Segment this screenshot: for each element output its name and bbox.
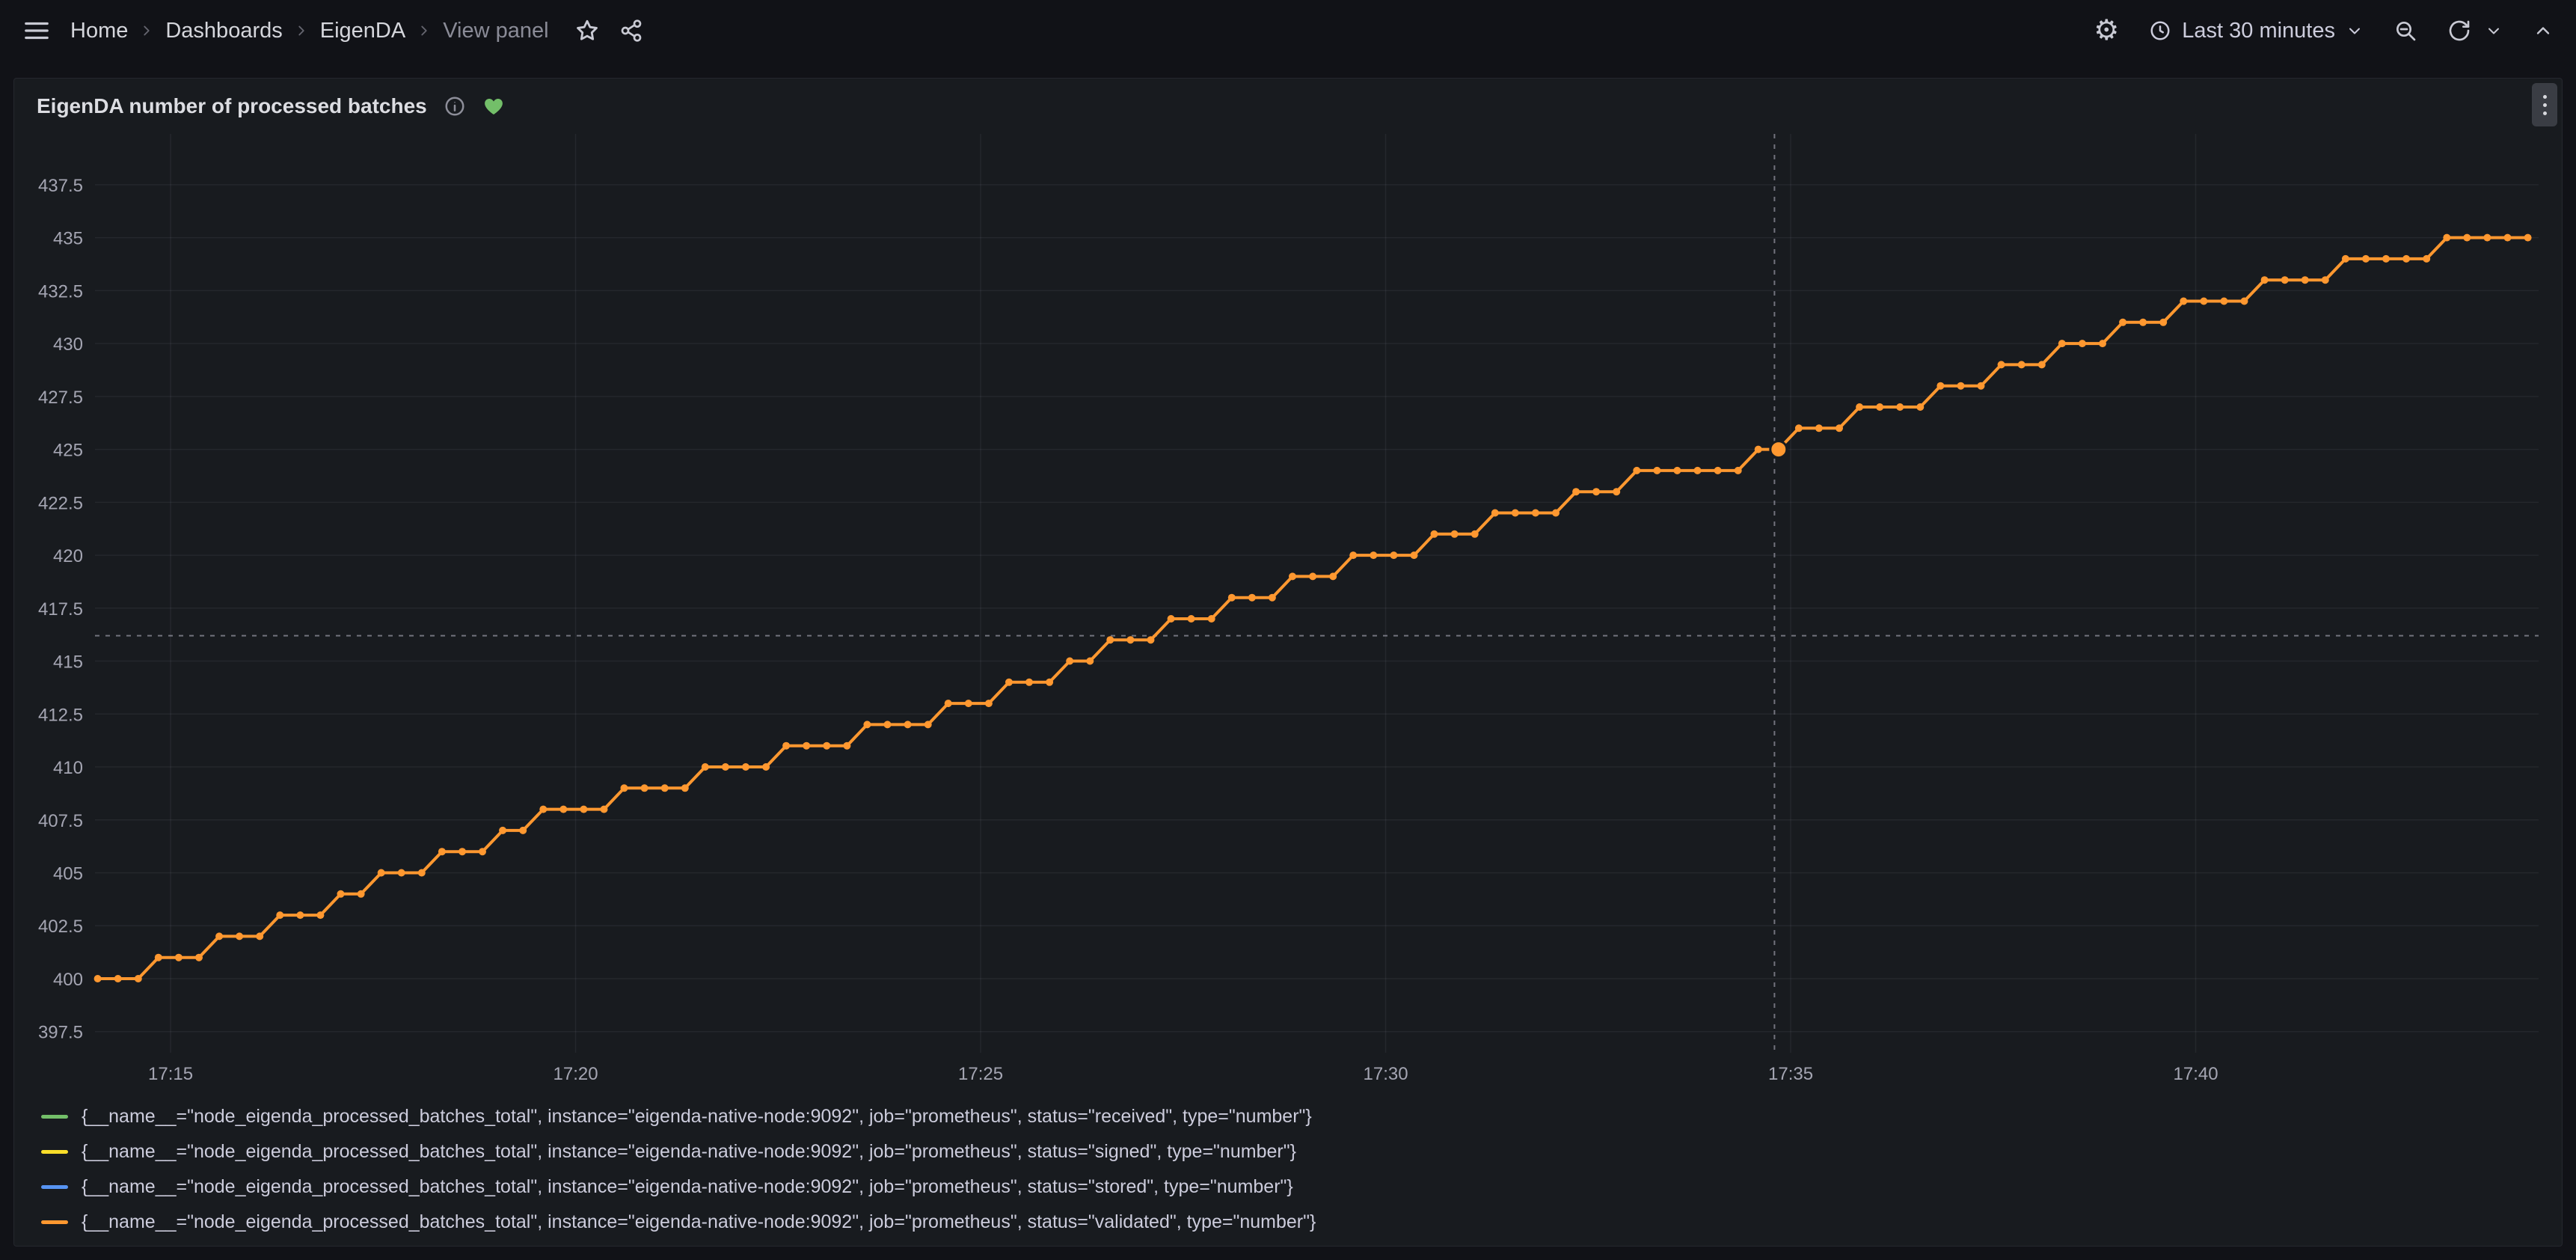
legend-item[interactable]: {__name__="node_eigenda_processed_batche… [41, 1205, 2550, 1240]
breadcrumb-item-eigenda[interactable]: EigenDA [320, 19, 405, 43]
legend-item[interactable]: {__name__="node_eigenda_processed_batche… [41, 1134, 2550, 1169]
legend-label: {__name__="node_eigenda_processed_batche… [82, 1106, 1312, 1128]
legend-item[interactable]: {__name__="node_eigenda_processed_batche… [41, 1099, 2550, 1134]
legend-marker [41, 1150, 68, 1154]
svg-text:432.5: 432.5 [38, 281, 83, 302]
chevron-right-icon [293, 22, 310, 39]
gear-icon[interactable]: ⚙ [2094, 16, 2119, 45]
timeseries-chart-svg[interactable]: 397.5 400 402.5 405 407.5 410 412.5 415 417.5 420… [14, 134, 2562, 1090]
legend-marker [41, 1185, 68, 1189]
refresh-controls [2447, 19, 2503, 43]
svg-text:407.5: 407.5 [38, 811, 83, 831]
chevron-up-icon[interactable] [2533, 20, 2554, 41]
panel-eigenda-processed-batches: EigenDA number of processed batches 397.… [13, 78, 2563, 1247]
menu-icon[interactable] [22, 16, 51, 45]
breadcrumb: Home Dashboards EigenDA View panel [70, 19, 549, 43]
svg-text:17:35: 17:35 [1768, 1064, 1813, 1084]
top-nav: Home Dashboards EigenDA View panel ⚙ Las… [0, 0, 2576, 61]
panel-header: EigenDA number of processed batches [14, 79, 2562, 134]
svg-text:420: 420 [53, 546, 83, 566]
legend-item[interactable]: {__name__="node_eigenda_processed_batche… [41, 1169, 2550, 1205]
svg-text:425: 425 [53, 441, 83, 461]
legend-label: {__name__="node_eigenda_processed_batche… [82, 1176, 1293, 1198]
hovered-point [1770, 441, 1787, 458]
time-range-label: Last 30 minutes [2182, 19, 2335, 43]
info-icon[interactable] [444, 95, 466, 117]
svg-text:417.5: 417.5 [38, 599, 83, 620]
gridlines [95, 134, 2539, 1053]
x-axis-labels: 17:15 17:20 17:25 17:30 17:35 17:40 [148, 1064, 2218, 1084]
panel-title: EigenDA number of processed batches [37, 94, 427, 118]
svg-text:437.5: 437.5 [38, 176, 83, 196]
star-icon[interactable] [574, 18, 600, 43]
chart-legend: {__name__="node_eigenda_processed_batche… [41, 1099, 2550, 1240]
svg-text:430: 430 [53, 334, 83, 355]
svg-text:17:30: 17:30 [1364, 1064, 1408, 1084]
svg-text:397.5: 397.5 [38, 1023, 83, 1043]
share-icon[interactable] [619, 19, 643, 43]
refresh-icon[interactable] [2447, 19, 2471, 43]
svg-text:410: 410 [53, 758, 83, 778]
svg-text:17:15: 17:15 [148, 1064, 193, 1084]
svg-text:415: 415 [53, 652, 83, 673]
legend-label: {__name__="node_eigenda_processed_batche… [82, 1211, 1316, 1233]
time-range-picker[interactable]: Last 30 minutes [2149, 19, 2364, 43]
heart-icon [482, 95, 505, 117]
svg-text:402.5: 402.5 [38, 917, 83, 937]
svg-text:17:25: 17:25 [958, 1064, 1003, 1084]
legend-marker [41, 1115, 68, 1119]
svg-text:405: 405 [53, 863, 83, 884]
kebab-icon [2543, 95, 2547, 99]
svg-text:400: 400 [53, 970, 83, 990]
y-axis-labels: 397.5 400 402.5 405 407.5 410 412.5 415 417.5 420… [38, 176, 83, 1043]
svg-text:17:40: 17:40 [2174, 1064, 2218, 1084]
chevron-right-icon [138, 22, 155, 39]
breadcrumb-item-dashboards[interactable]: Dashboards [165, 19, 282, 43]
kebab-icon [2543, 111, 2547, 115]
svg-text:17:20: 17:20 [553, 1064, 598, 1084]
legend-marker [41, 1220, 68, 1224]
kebab-icon [2543, 103, 2547, 107]
chevron-down-icon [2346, 22, 2364, 40]
timeseries-chart[interactable]: 397.5 400 402.5 405 407.5 410 412.5 415 417.5 420… [14, 134, 2562, 1090]
breadcrumb-item-home[interactable]: Home [70, 19, 128, 43]
zoom-out-icon[interactable] [2393, 19, 2417, 43]
svg-text:427.5: 427.5 [38, 388, 83, 408]
legend-label: {__name__="node_eigenda_processed_batche… [82, 1141, 1296, 1163]
svg-text:422.5: 422.5 [38, 493, 83, 513]
svg-text:412.5: 412.5 [38, 705, 83, 725]
chevron-right-icon [416, 22, 432, 39]
nav-right-actions: ⚙ Last 30 minutes [2094, 16, 2554, 45]
clock-icon [2149, 19, 2171, 42]
refresh-interval-chevron-icon[interactable] [2485, 22, 2503, 40]
crosshair [95, 134, 2539, 1053]
svg-text:435: 435 [53, 229, 83, 249]
panel-menu-button[interactable] [2532, 83, 2557, 126]
breadcrumb-item-view-panel: View panel [443, 19, 548, 43]
